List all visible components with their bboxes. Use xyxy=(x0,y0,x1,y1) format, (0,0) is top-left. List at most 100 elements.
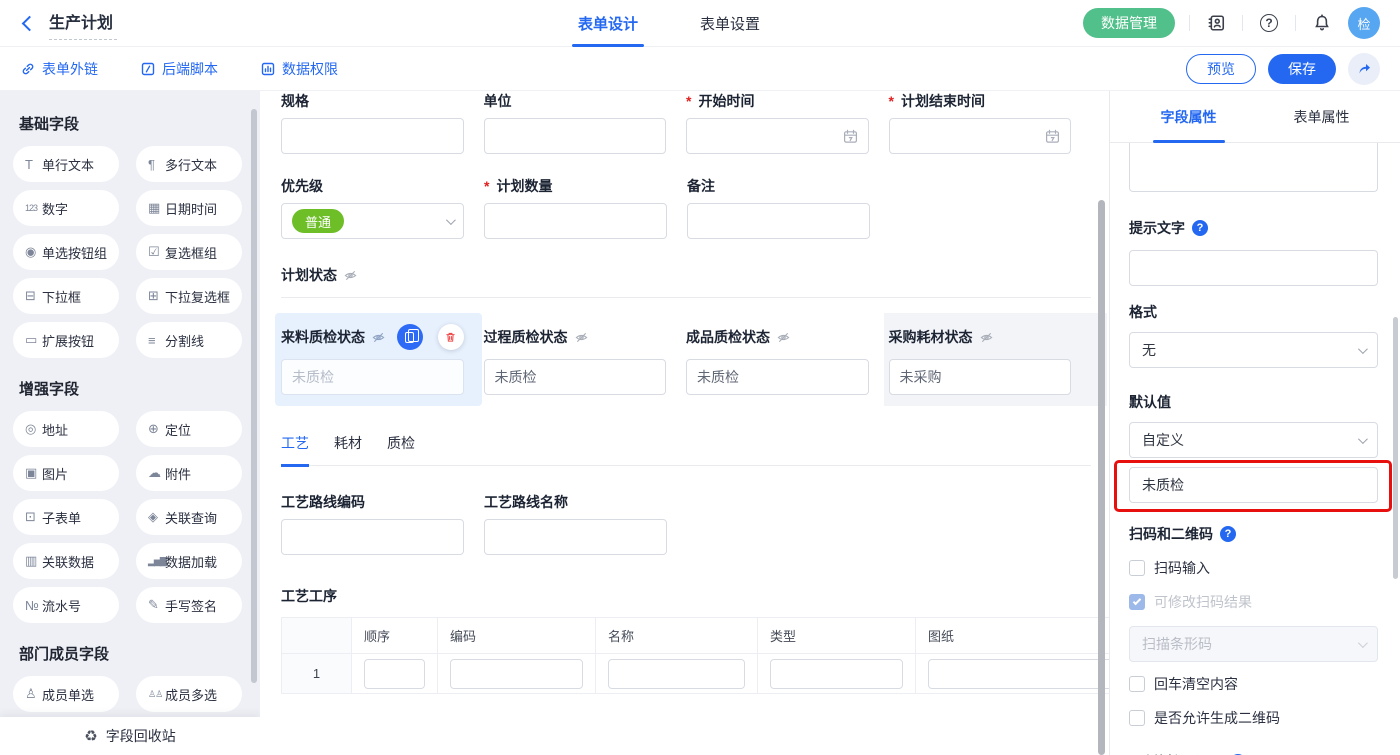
process-qc-input[interactable]: 未质检 xyxy=(484,359,667,395)
purchase-material-input[interactable]: 未采购 xyxy=(889,359,1072,395)
sidebar-item-subform[interactable]: ⊡子表单 xyxy=(13,499,119,535)
share-button[interactable] xyxy=(1348,53,1380,85)
order-cell-input[interactable] xyxy=(364,659,425,689)
tab-form-properties[interactable]: 表单属性 xyxy=(1294,91,1350,143)
field-library-sidebar: 基础字段 T单行文本 ¶多行文本 123数字 ▦日期时间 ◉单选按钮组 ☑复选框… xyxy=(0,91,260,755)
contacts-book-icon[interactable] xyxy=(1204,11,1228,35)
unit-input[interactable] xyxy=(484,118,667,154)
sidebar-scrollbar[interactable] xyxy=(251,109,257,683)
tab-form-design[interactable]: 表单设计 xyxy=(578,0,638,47)
sidebar-item-address[interactable]: ◎地址 xyxy=(13,411,119,447)
backend-script-link[interactable]: 后端脚本 xyxy=(140,59,218,79)
type-cell-input[interactable] xyxy=(770,659,903,689)
field-start-time[interactable]: *开始时间 xyxy=(686,91,869,154)
form-external-link[interactable]: 表单外链 xyxy=(20,59,98,79)
field-priority[interactable]: 优先级 普通 xyxy=(281,176,464,239)
tab-qc[interactable]: 质检 xyxy=(387,433,415,465)
checkbox-allow-qrcode[interactable]: 是否允许生成二维码 xyxy=(1129,708,1378,728)
bar-chart-icon: ▂▅▇ xyxy=(148,556,165,567)
chevron-down-icon xyxy=(446,215,456,225)
field-process-qc-status[interactable]: 过程质检状态 未质检 xyxy=(484,324,667,395)
sidebar-item-member-multi[interactable]: ♙♙成员多选 xyxy=(136,676,242,712)
spec-input[interactable] xyxy=(281,118,464,154)
sub-toolbar: 表单外链 后端脚本 数据权限 预览 保存 xyxy=(0,47,1400,91)
sidebar-item-multi-select[interactable]: ⊞下拉复选框 xyxy=(136,278,242,314)
clipped-textarea[interactable] xyxy=(1129,143,1378,192)
help-icon[interactable]: ? xyxy=(1220,526,1236,542)
tab-field-properties[interactable]: 字段属性 xyxy=(1161,91,1217,143)
route-code-input[interactable] xyxy=(281,519,464,555)
tab-material[interactable]: 耗材 xyxy=(334,433,362,465)
route-name-input[interactable] xyxy=(484,519,667,555)
data-manage-button[interactable]: 数据管理 xyxy=(1083,8,1175,38)
field-purchase-material-status[interactable]: 采购耗材状态 未采购 xyxy=(889,324,1072,395)
panel-tabs: 字段属性 表单属性 xyxy=(1110,91,1400,143)
end-time-input[interactable] xyxy=(889,118,1072,154)
priority-select[interactable]: 普通 xyxy=(281,203,464,239)
save-button[interactable]: 保存 xyxy=(1268,54,1336,84)
field-route-code[interactable]: 工艺路线编码 xyxy=(281,492,464,555)
sidebar-item-single-line-text[interactable]: T单行文本 xyxy=(13,146,119,182)
sidebar-item-member-single[interactable]: ♙成员单选 xyxy=(13,676,119,712)
help-icon[interactable]: ? xyxy=(1257,11,1281,35)
default-value-input[interactable]: 未质检 xyxy=(1129,467,1378,503)
sidebar-item-relation-query[interactable]: ◈关联查询 xyxy=(136,499,242,535)
sidebar-item-signature[interactable]: ✎手写签名 xyxy=(136,587,242,623)
user-avatar[interactable]: 检 xyxy=(1348,7,1380,39)
checkbox-icon[interactable] xyxy=(1129,676,1145,692)
sidebar-item-datetime[interactable]: ▦日期时间 xyxy=(136,190,242,226)
sidebar-item-location[interactable]: ⊕定位 xyxy=(136,411,242,447)
tab-form-settings[interactable]: 表单设置 xyxy=(700,0,760,47)
eye-off-icon xyxy=(979,331,994,344)
sidebar-item-attachment[interactable]: ☁附件 xyxy=(136,455,242,491)
preview-button[interactable]: 预览 xyxy=(1186,54,1256,84)
field-finished-qc-status[interactable]: 成品质检状态 未质检 xyxy=(686,324,869,395)
checkbox-enter-clear[interactable]: 回车清空内容 xyxy=(1129,674,1378,694)
plan-qty-input[interactable] xyxy=(484,203,667,239)
sidebar-item-relation-data[interactable]: ▥关联数据 xyxy=(13,543,119,579)
incoming-qc-input[interactable]: 未质检 xyxy=(281,359,464,395)
field-note[interactable]: 备注 xyxy=(687,176,870,239)
sidebar-item-radio-group[interactable]: ◉单选按钮组 xyxy=(13,234,119,270)
field-plan-qty[interactable]: *计划数量 xyxy=(484,176,667,239)
panel-scrollbar[interactable] xyxy=(1393,317,1398,579)
tab-process[interactable]: 工艺 xyxy=(281,433,309,467)
copy-field-button[interactable] xyxy=(397,324,423,350)
sidebar-item-checkbox-group[interactable]: ☑复选框组 xyxy=(136,234,242,270)
finished-qc-input[interactable]: 未质检 xyxy=(686,359,869,395)
code-cell-input[interactable] xyxy=(450,659,583,689)
back-icon[interactable] xyxy=(22,15,38,31)
field-unit[interactable]: 单位 xyxy=(484,91,667,154)
hint-text-input[interactable] xyxy=(1129,250,1378,286)
field-spec[interactable]: 规格 xyxy=(281,91,464,154)
sidebar-item-divider[interactable]: ≡分割线 xyxy=(136,322,242,358)
checkbox-editable-scan-result: 可修改扫码结果 xyxy=(1129,592,1378,612)
sidebar-item-data-load[interactable]: ▂▅▇数据加载 xyxy=(136,543,242,579)
field-route-name[interactable]: 工艺路线名称 xyxy=(484,492,667,555)
checkbox-checked-icon xyxy=(1129,594,1145,610)
notification-bell-icon[interactable] xyxy=(1310,11,1334,35)
field-end-time[interactable]: *计划结束时间 xyxy=(889,91,1072,154)
checkbox-icon[interactable] xyxy=(1129,560,1145,576)
default-mode-select[interactable]: 自定义 xyxy=(1129,422,1378,458)
checkbox-scan-input[interactable]: 扫码输入 xyxy=(1129,558,1378,578)
format-select[interactable]: 无 xyxy=(1129,332,1378,368)
sidebar-item-select[interactable]: ⊟下拉框 xyxy=(13,278,119,314)
name-cell-input[interactable] xyxy=(608,659,745,689)
drawing-cell-input[interactable] xyxy=(928,659,1109,689)
checkbox-icon[interactable] xyxy=(1129,710,1145,726)
note-input[interactable] xyxy=(687,203,870,239)
canvas-scrollbar[interactable] xyxy=(1098,200,1105,755)
form-title[interactable]: 生产计划 xyxy=(49,7,117,40)
field-recycle-bin[interactable]: ♻ 字段回收站 xyxy=(0,717,260,755)
data-permission-link[interactable]: 数据权限 xyxy=(260,59,338,79)
sidebar-item-extend-button[interactable]: ▭扩展按钮 xyxy=(13,322,119,358)
sidebar-item-image[interactable]: ▣图片 xyxy=(13,455,119,491)
sidebar-item-number[interactable]: 123数字 xyxy=(13,190,119,226)
start-time-input[interactable] xyxy=(686,118,869,154)
field-incoming-qc-status[interactable]: 来料质检状态 未质检 xyxy=(281,324,464,395)
sidebar-item-multi-line-text[interactable]: ¶多行文本 xyxy=(136,146,242,182)
sidebar-item-serial-number[interactable]: №流水号 xyxy=(13,587,119,623)
delete-field-button[interactable] xyxy=(438,324,464,350)
help-icon[interactable]: ? xyxy=(1192,220,1208,236)
